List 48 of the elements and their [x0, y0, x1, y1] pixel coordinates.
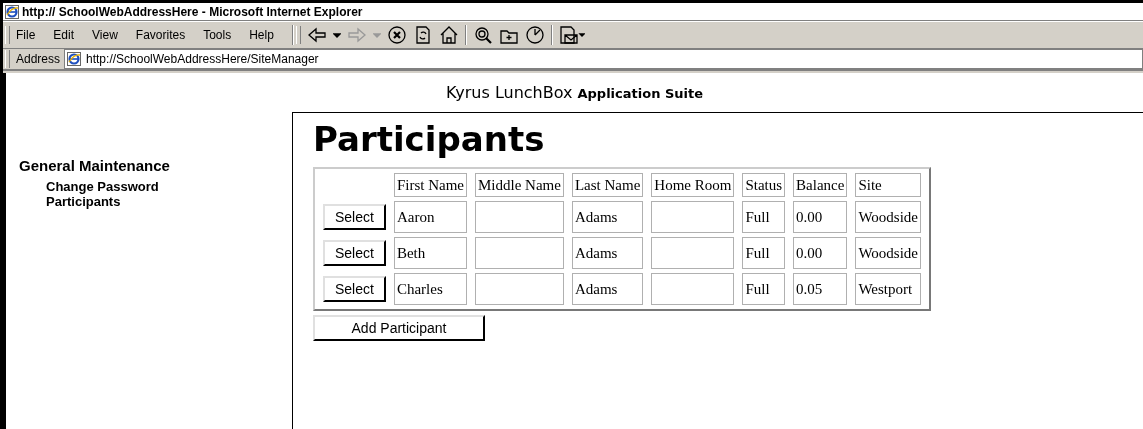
column-header: First Name [393, 173, 467, 197]
suite-brand: Kyrus LunchBox [445, 83, 573, 102]
table-cell: Adams [571, 201, 644, 233]
table-cell: Adams [571, 237, 644, 269]
window-title: http:// SchoolWebAddressHere - Microsoft Internet Explorer [22, 4, 363, 19]
address-label: Address [16, 52, 61, 66]
table-cell: Aaron [393, 201, 467, 233]
history-icon[interactable] [524, 25, 545, 45]
column-header: Middle Name [475, 173, 564, 197]
select-button[interactable]: Select [323, 276, 386, 302]
select-button[interactable]: Select [323, 240, 386, 266]
table-cell: Full [742, 201, 786, 233]
menu-item[interactable]: Help [249, 28, 274, 42]
table-cell: 0.05 [793, 273, 848, 305]
table-cell: Beth [393, 237, 467, 269]
stop-icon[interactable] [386, 25, 407, 45]
column-header: Balance [793, 173, 848, 197]
table-cell: 0.00 [793, 237, 848, 269]
suite-subtitle: Application Suite [577, 86, 704, 101]
address-field[interactable]: http://SchoolWebAddressHere/SiteManager [64, 49, 1143, 69]
select-button[interactable]: Select [323, 204, 386, 230]
menu-item[interactable]: View [92, 28, 118, 42]
table-cell: Westport [855, 273, 921, 305]
table-cell: Adams [571, 273, 644, 305]
table-cell: 0.00 [793, 201, 848, 233]
menu-item[interactable]: Favorites [135, 28, 186, 42]
sidebar-link[interactable]: Change Password [46, 179, 292, 194]
mail-icon[interactable] [558, 25, 585, 45]
column-header: Last Name [571, 173, 644, 197]
menu-item[interactable]: File [16, 28, 36, 42]
search-icon[interactable] [472, 25, 493, 45]
table-cell: Woodside [855, 237, 921, 269]
ie-logo-icon [67, 52, 82, 66]
column-header: Status [742, 173, 786, 197]
table-cell: Woodside [855, 201, 921, 233]
add-participant-button[interactable]: Add Participant [313, 315, 485, 341]
back-arrow-icon[interactable] [306, 25, 327, 45]
table-cell: Full [742, 237, 786, 269]
table-cell: Full [742, 273, 786, 305]
menu-item[interactable]: Edit [53, 28, 75, 42]
menu-item[interactable]: Tools [203, 28, 232, 42]
column-header: Site [855, 173, 921, 197]
home-icon[interactable] [438, 25, 459, 45]
table-cell: Charles [393, 273, 467, 305]
sidebar-heading: General Maintenance [19, 157, 171, 174]
sidebar-link[interactable]: Participants [46, 194, 292, 209]
page-title: Participants [313, 119, 546, 159]
column-header: Home Room [651, 173, 735, 197]
